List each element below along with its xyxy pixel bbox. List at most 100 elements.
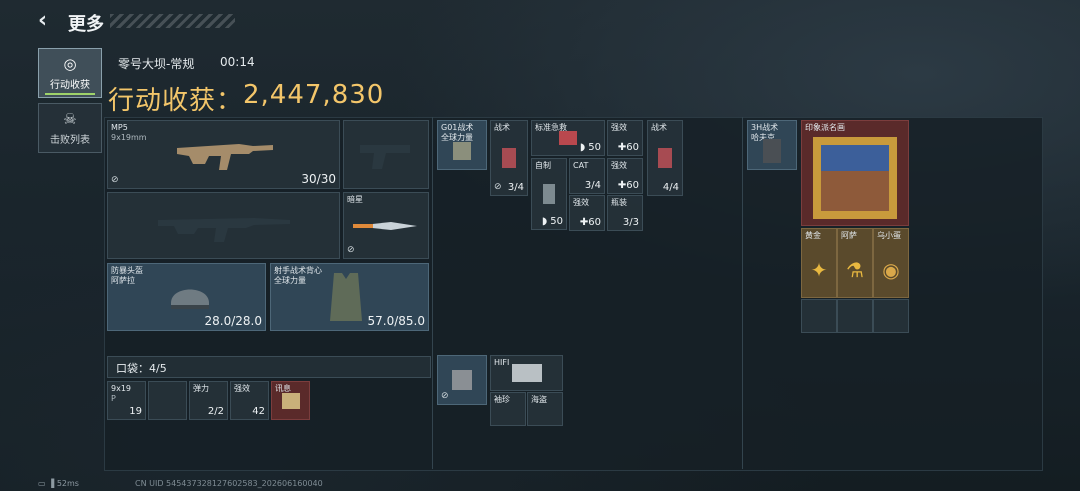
no-insurance-icon: ⊘ <box>111 175 119 185</box>
pistol-slot[interactable] <box>343 120 429 189</box>
haul-label: 行动收获： <box>108 86 244 116</box>
item-count: ✚60 <box>617 180 639 191</box>
pocket-item[interactable]: 讯息 <box>271 381 310 420</box>
item-count-value: 60 <box>626 142 639 153</box>
pocket-item-empty[interactable] <box>148 381 187 420</box>
vest-icon <box>330 273 363 321</box>
haul-value: 2,447,830 <box>243 80 385 110</box>
tab-kills[interactable]: ☠ 击败列表 <box>38 103 102 153</box>
backpack-empty-slot[interactable] <box>801 299 837 333</box>
item-count: ✚60 <box>579 217 601 228</box>
item-count: 3/4 <box>584 180 601 191</box>
backpack-empty-slot[interactable] <box>873 299 909 333</box>
item-count-value: 50 <box>588 142 601 153</box>
pocket-item[interactable]: 9x19 P 19 <box>107 381 146 420</box>
smg-icon <box>176 143 273 170</box>
match-time: 00:14 <box>220 55 255 69</box>
pocket-header: 口袋：4/5 <box>107 356 431 378</box>
item-name: 弹力 <box>193 384 209 393</box>
bandage-icon <box>543 184 555 204</box>
medkit-icon <box>502 148 516 168</box>
item-name: CAT <box>573 161 589 170</box>
item-name: 袖珍 <box>494 395 510 404</box>
primary-weapon-slot[interactable]: MP5 9x19mm ⊘ 30/30 <box>107 120 340 189</box>
backpack-name: 3H战术 <box>751 123 779 132</box>
signal-icon: ▐ <box>48 479 55 488</box>
no-insurance-icon: ⊘ <box>494 182 502 192</box>
rig-item[interactable]: 自制 ◗ 50 <box>531 158 567 230</box>
rig-item[interactable]: 战术 ⊘ 3/4 <box>490 120 528 196</box>
item-name: 瓶装 <box>611 198 627 207</box>
egg-icon: ◉ <box>882 257 900 282</box>
item-name: 阿萨 <box>841 231 857 240</box>
item-name: 乌小蛋 <box>877 231 901 240</box>
backpack-item[interactable]: 印象派名画 <box>801 120 909 226</box>
item-name: 自制 <box>535 161 551 170</box>
knife-icon <box>353 221 417 230</box>
case-item[interactable]: 袖珍 <box>490 392 526 426</box>
backpack-slot[interactable]: 3H战术 哈夫克 <box>747 120 797 170</box>
item-count: ◗ 50 <box>579 142 601 153</box>
document-icon <box>281 392 300 409</box>
helmet-name: 防暴头盔 <box>111 266 143 275</box>
case-slot[interactable]: ⊘ <box>437 355 487 405</box>
rifle-icon <box>157 217 290 242</box>
helmet-slot[interactable]: 防暴头盔 阿萨拉 28.0/28.0 <box>107 263 266 331</box>
rig-name: G01战术 <box>441 123 474 132</box>
item-name: 战术 <box>494 123 510 132</box>
melee-name: 暗星 <box>347 195 363 204</box>
rig-icon <box>453 141 471 160</box>
backpack-icon <box>763 138 781 163</box>
item-count: 42 <box>252 406 265 417</box>
rig-item[interactable]: 强效 ✚60 <box>569 195 605 231</box>
rig-item[interactable]: 强效 ✚60 <box>607 120 643 156</box>
back-icon[interactable]: ‹ <box>38 10 60 32</box>
no-insurance-icon: ⊘ <box>347 245 355 255</box>
rig-item[interactable]: 战术 4/4 <box>647 120 683 196</box>
item-name: 黄金 <box>805 231 821 240</box>
pistol-icon <box>360 144 410 169</box>
backpack-empty-slot[interactable] <box>837 299 873 333</box>
uid-text: CN UID 545437328127602583_202606160040 <box>135 479 323 488</box>
pocket-label: 口袋：4/5 <box>116 362 167 375</box>
item-name: 印象派名画 <box>805 123 845 132</box>
helmet-durability: 28.0/28.0 <box>204 314 262 328</box>
pocket-item[interactable]: 弹力 2/2 <box>189 381 228 420</box>
column-divider <box>432 117 433 469</box>
tab-haul[interactable]: ◎ 行动收获 <box>38 48 102 98</box>
item-count: 19 <box>129 406 142 417</box>
backpack-item[interactable]: 乌小蛋 ◉ <box>873 228 909 298</box>
hifi-icon <box>511 364 542 382</box>
gold-statue-icon: ✦ <box>810 257 828 282</box>
helmet-icon <box>170 289 209 309</box>
pocket-item[interactable]: 强效 42 <box>230 381 269 420</box>
melee-slot[interactable]: 暗星 ⊘ <box>343 192 429 259</box>
rig-item[interactable]: CAT 3/4 <box>569 158 605 194</box>
backpack-item[interactable]: 黄金 ✦ <box>801 228 837 298</box>
rig-item[interactable]: 标准急救 ◗ 50 <box>531 120 605 156</box>
target-icon: ◎ <box>63 55 77 73</box>
tab-haul-label: 行动收获 <box>50 80 90 91</box>
case-item[interactable]: 海盗 <box>527 392 563 426</box>
rig-item[interactable]: 强效 ✚60 <box>607 158 643 194</box>
item-name: 9x19 <box>111 384 132 393</box>
medkit-icon <box>658 148 672 168</box>
item-count: 2/2 <box>207 406 224 417</box>
gold-pot-icon: ⚗ <box>846 257 864 282</box>
header-stripe <box>110 14 235 28</box>
rig-item[interactable]: 瓶装 3/3 <box>607 195 643 231</box>
first-aid-icon <box>559 131 577 145</box>
item-count-value: 60 <box>626 180 639 191</box>
ping-value: 52ms <box>56 479 79 488</box>
backpack-item[interactable]: 阿萨 ⚗ <box>837 228 873 298</box>
chest-rig-slot[interactable]: G01战术 全球力量 <box>437 120 487 170</box>
case-item[interactable]: HIFI <box>490 355 563 391</box>
tab-kills-label: 击败列表 <box>50 135 90 146</box>
skull-icon: ☠ <box>63 110 77 128</box>
armor-durability: 57.0/85.0 <box>367 314 425 328</box>
secondary-weapon-slot[interactable] <box>107 192 340 259</box>
item-count-value: 60 <box>588 217 601 228</box>
painting-icon <box>813 137 897 220</box>
item-count: ◗ 50 <box>541 216 563 227</box>
armor-slot[interactable]: 射手战术背心 全球力量 57.0/85.0 <box>270 263 429 331</box>
